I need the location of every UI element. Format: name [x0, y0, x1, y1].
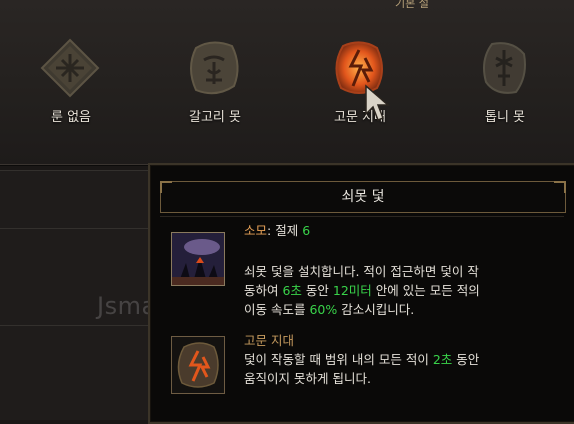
hook-spike-rune-icon: [190, 41, 239, 95]
cost-value: 6: [302, 223, 311, 238]
rune-slot-sawtooth-spike[interactable]: 톱니 못: [450, 32, 560, 132]
torture-field-rune-icon: [177, 342, 219, 388]
left-panel-line: [0, 228, 148, 229]
duration-value: 6초: [282, 283, 302, 298]
rune-label-sawtooth-spike: 톱니 못: [484, 110, 525, 125]
rune-label-none: 룬 없음: [50, 110, 91, 125]
rune-description: 덫이 작동할 때 범위 내의 모든 적이 2초 동안 움직이지 못하게 됩니다.: [244, 350, 479, 388]
rune-desc-line-2: 움직이지 못하게 됩니다.: [244, 371, 371, 386]
cost-label: 소모: [244, 223, 268, 238]
left-panel-line: [0, 325, 148, 326]
stun-value: 2초: [432, 352, 453, 367]
desc-line-2: 동하여 6초 동안 12미터 안에 있는 모든 적의: [244, 283, 480, 298]
rune-name: 고문 지대: [244, 333, 294, 348]
radius-value: 12미터: [332, 283, 372, 298]
rune-slot-none[interactable]: 룬 없음: [16, 32, 126, 132]
cost-word: 절제: [275, 223, 303, 238]
left-panel-line: [0, 170, 148, 171]
skill-tooltip: 쇠못 덫 소모: 절제 6 쇠못 덫을 설치합니다. 적이 접근하면 덫이 작 …: [148, 163, 574, 424]
cursor-icon: [365, 84, 391, 121]
skill-description: 쇠못 덫을 설치합니다. 적이 접근하면 덫이 작 동하여 6초 동안 12미터…: [244, 262, 480, 319]
cost-sep: :: [267, 223, 276, 238]
rune-desc-line-1: 덫이 작동할 때 범위 내의 모든 적이 2초 동안: [244, 352, 480, 367]
tooltip-header: 쇠못 덫: [160, 181, 566, 213]
cost-line: 소모: 절제 6: [244, 221, 310, 240]
skill-icon-frame: [171, 232, 225, 286]
tooltip-divider: [160, 216, 564, 217]
desc-line-1: 쇠못 덫을 설치합니다. 적이 접근하면 덫이 작: [244, 264, 479, 279]
rune-slot-torture-field[interactable]: 고문 지대: [305, 32, 415, 132]
tooltip-title: 쇠못 덫: [341, 189, 385, 205]
rune-icon-frame: [171, 336, 225, 394]
slow-value: 60%: [309, 302, 338, 317]
rune-label-hook-spike: 갈고리 못: [189, 110, 241, 125]
rune-label-torture-field: 고문 지대: [334, 110, 386, 125]
spike-trap-skill-icon: [172, 233, 224, 285]
sawtooth-spike-rune-icon: [483, 42, 526, 94]
header-cut-text: 기본 설: [395, 0, 429, 8]
no-rune-icon: [40, 38, 100, 98]
desc-line-3: 이동 속도를 60% 감소시킵니다.: [244, 302, 415, 317]
rune-slot-hook-spike[interactable]: 갈고리 못: [160, 32, 270, 132]
